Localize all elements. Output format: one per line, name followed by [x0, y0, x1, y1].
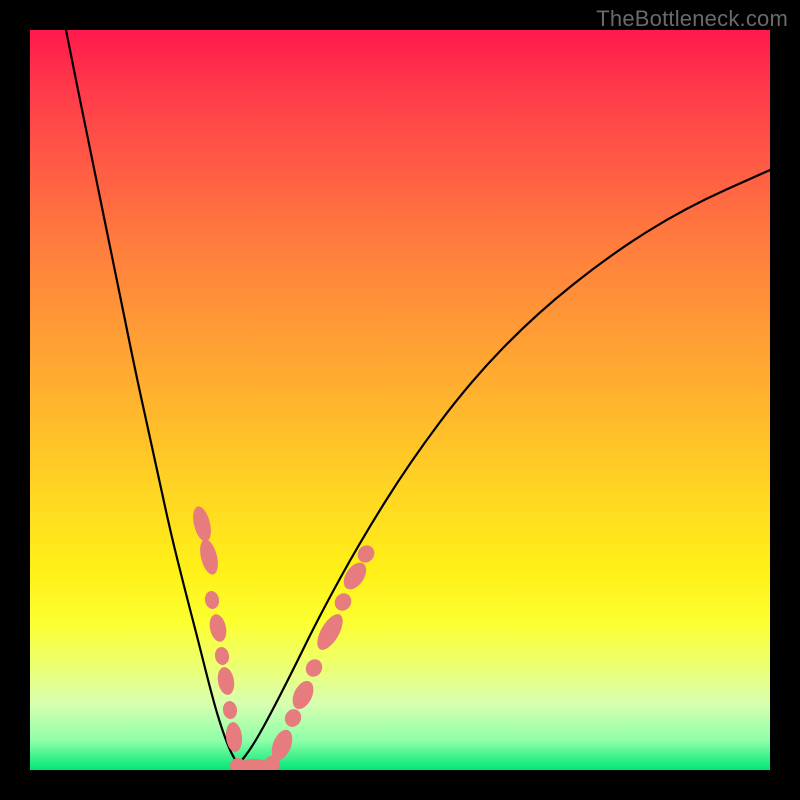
bead-marker [339, 559, 371, 594]
curve-left-branch [66, 30, 238, 764]
bead-marker [282, 707, 304, 730]
bead-marker [331, 590, 354, 614]
watermark-text: TheBottleneck.com [596, 6, 788, 32]
bead-marker [214, 646, 231, 666]
bead-marker [207, 613, 228, 644]
bead-marker [312, 610, 348, 654]
bead-marker [224, 721, 243, 753]
bead-group [190, 505, 378, 770]
bead-marker [303, 656, 326, 679]
bead-marker [216, 666, 237, 696]
bead-marker [197, 538, 221, 577]
bead-marker [222, 700, 238, 720]
bottleneck-chart [30, 30, 770, 770]
bead-marker [204, 590, 221, 610]
bead-marker [288, 678, 317, 713]
bead-marker [190, 505, 214, 544]
chart-frame [30, 30, 770, 770]
